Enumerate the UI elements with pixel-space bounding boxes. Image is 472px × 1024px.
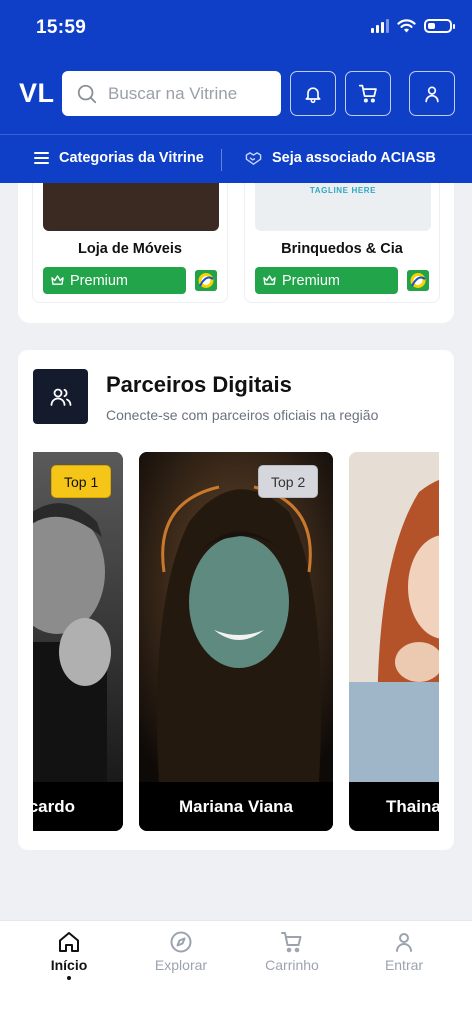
- associate-link[interactable]: Seja associado ACIASB: [245, 150, 436, 166]
- premium-label: Premium: [282, 272, 341, 289]
- section-subtitle: Conecte-se com parceiros oficiais na reg…: [106, 407, 379, 423]
- tab-label: Carrinho: [265, 957, 319, 973]
- partner-photo: [139, 452, 333, 782]
- tab-login[interactable]: Entrar: [354, 921, 454, 991]
- premium-badge: Premium: [255, 267, 398, 294]
- partner-photo: [349, 452, 439, 782]
- active-indicator: [67, 976, 71, 980]
- tab-cart[interactable]: Carrinho: [242, 921, 342, 991]
- bottom-navigation: Início Explorar Carrinho Entrar: [0, 920, 472, 1024]
- partner-card[interactable]: Thaina: [349, 452, 439, 831]
- tab-home[interactable]: Início: [19, 921, 119, 991]
- wifi-icon: [397, 19, 416, 33]
- association-seal-icon: [407, 270, 429, 291]
- partner-name: cardo: [33, 782, 123, 831]
- app-logo[interactable]: VL: [19, 78, 55, 109]
- status-time: 15:59: [36, 17, 87, 38]
- partner-name: Mariana Viana: [139, 782, 333, 831]
- notifications-button[interactable]: [290, 71, 336, 116]
- users-icon: [50, 388, 71, 406]
- app-header: 15:59 VL Buscar na Vitrine Categorias da…: [0, 0, 472, 183]
- store-image: [43, 183, 219, 231]
- handshake-icon: [245, 151, 262, 165]
- nav-divider: [221, 149, 222, 171]
- rank-badge: Top 1: [51, 465, 112, 498]
- partners-carousel[interactable]: Top 1 cardo Top 2 Mariana Viana Thaina: [33, 452, 439, 831]
- user-icon: [425, 86, 439, 102]
- partner-card[interactable]: Top 1 cardo: [33, 452, 123, 831]
- premium-label: Premium: [70, 272, 129, 289]
- association-seal-icon: [195, 270, 217, 291]
- categories-menu-button[interactable]: Categorias da Vitrine: [34, 150, 204, 166]
- partner-card[interactable]: Top 2 Mariana Viana: [139, 452, 333, 831]
- store-card[interactable]: Loja de Móveis Premium: [32, 183, 228, 303]
- battery-icon: [424, 19, 455, 33]
- search-input[interactable]: [108, 83, 258, 104]
- home-icon: [59, 932, 79, 952]
- partner-name: Thaina: [349, 782, 439, 831]
- rank-badge: Top 2: [258, 465, 319, 498]
- tab-explore[interactable]: Explorar: [131, 921, 231, 991]
- account-button[interactable]: [409, 71, 455, 116]
- bell-icon: [305, 86, 321, 103]
- user-icon: [396, 933, 412, 952]
- cart-button[interactable]: [345, 71, 391, 116]
- signal-icon: [371, 19, 389, 33]
- section-title: Parceiros Digitais: [106, 372, 292, 397]
- tab-label: Explorar: [154, 957, 208, 973]
- digital-partners-section: Parceiros Digitais Conecte-se com parcei…: [18, 350, 454, 850]
- crown-icon: [263, 275, 276, 285]
- crown-icon: [51, 275, 64, 285]
- premium-badge: Premium: [43, 267, 186, 294]
- search-icon: [77, 84, 97, 103]
- store-tagline: TAGLINE HERE: [309, 186, 377, 195]
- store-name: Brinquedos & Cia: [281, 241, 403, 257]
- store-image: TAGLINE HERE: [255, 183, 431, 231]
- partners-icon-box: [33, 369, 88, 424]
- partner-photo: [33, 452, 123, 782]
- stores-section: Loja de Móveis Premium TAGLINE HERE Brin…: [18, 183, 454, 323]
- associate-label: Seja associado ACIASB: [272, 150, 436, 166]
- tab-label: Início: [50, 957, 88, 973]
- compass-icon: [170, 931, 192, 953]
- header-nav: Categorias da Vitrine Seja associado ACI…: [0, 134, 472, 183]
- cart-icon: [281, 932, 302, 953]
- store-name: Loja de Móveis: [78, 241, 182, 257]
- cart-icon: [358, 84, 377, 103]
- store-card[interactable]: TAGLINE HERE Brinquedos & Cia Premium: [244, 183, 440, 303]
- status-icons: [371, 19, 455, 33]
- status-bar: 15:59: [0, 0, 472, 58]
- categories-label: Categorias da Vitrine: [59, 150, 204, 166]
- menu-icon: [34, 152, 49, 164]
- search-bar[interactable]: [62, 71, 281, 116]
- tab-label: Entrar: [384, 957, 424, 973]
